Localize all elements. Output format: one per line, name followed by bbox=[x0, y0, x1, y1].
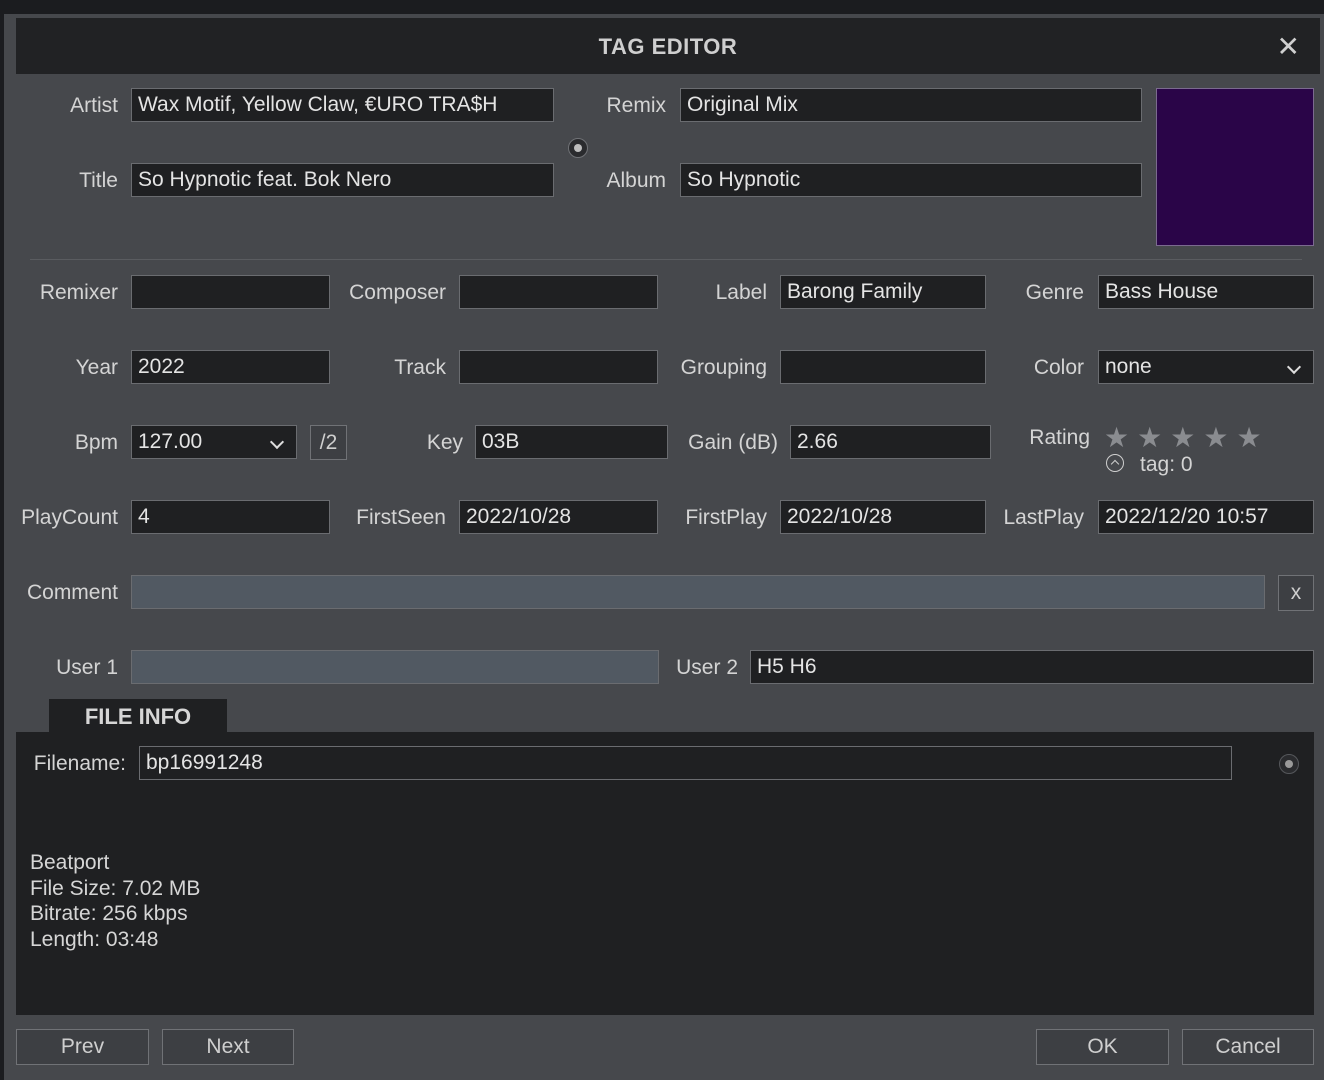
comment-label: Comment bbox=[26, 581, 118, 604]
track-field[interactable] bbox=[459, 350, 658, 384]
close-icon[interactable]: ✕ bbox=[1277, 30, 1300, 63]
remix-field[interactable]: Original Mix bbox=[680, 88, 1142, 122]
firstplay-label: FirstPlay bbox=[685, 506, 767, 529]
filename-label: Filename: bbox=[33, 752, 126, 775]
next-button[interactable]: Next bbox=[162, 1029, 294, 1065]
comment-field[interactable] bbox=[131, 575, 1265, 609]
swap-radio-icon[interactable] bbox=[568, 138, 588, 158]
genre-field[interactable]: Bass House bbox=[1098, 275, 1314, 309]
gain-field[interactable]: 2.66 bbox=[790, 425, 991, 459]
user2-label: User 2 bbox=[676, 656, 738, 679]
firstplay-field[interactable]: 2022/10/28 bbox=[780, 500, 986, 534]
remixer-field[interactable] bbox=[131, 275, 330, 309]
firstseen-label: FirstSeen bbox=[356, 506, 446, 529]
rating-tag-text: tag: 0 bbox=[1140, 453, 1193, 476]
year-label: Year bbox=[75, 356, 118, 379]
user1-field[interactable] bbox=[131, 650, 659, 684]
divider bbox=[30, 259, 1302, 260]
remixer-label: Remixer bbox=[39, 281, 118, 304]
genre-label: Genre bbox=[1025, 281, 1084, 304]
playcount-field[interactable]: 4 bbox=[131, 500, 330, 534]
clear-comment-button[interactable]: x bbox=[1278, 575, 1314, 611]
playcount-label: PlayCount bbox=[21, 506, 118, 529]
album-field[interactable]: So Hypnotic bbox=[680, 163, 1142, 197]
filename-field[interactable]: bp16991248 bbox=[139, 746, 1232, 780]
bpm-label: Bpm bbox=[74, 431, 118, 454]
key-field[interactable]: 03B bbox=[475, 425, 668, 459]
lastplay-label: LastPlay bbox=[1003, 506, 1084, 529]
user2-field[interactable]: H5 H6 bbox=[750, 650, 1314, 684]
window-title: TAG EDITOR bbox=[598, 34, 738, 59]
composer-label: Composer bbox=[349, 281, 446, 304]
user1-label: User 1 bbox=[56, 656, 118, 679]
label-field[interactable]: Barong Family bbox=[780, 275, 986, 309]
color-select[interactable]: none bbox=[1098, 350, 1314, 384]
key-label: Key bbox=[426, 431, 463, 454]
bpm-select[interactable]: 127.00 bbox=[131, 425, 297, 459]
composer-field[interactable] bbox=[459, 275, 658, 309]
lastplay-field[interactable]: 2022/12/20 10:57 bbox=[1098, 500, 1314, 534]
title-field[interactable]: So Hypnotic feat. Bok Nero bbox=[131, 163, 554, 197]
file-radio-icon[interactable] bbox=[1279, 754, 1299, 774]
label-label: Label bbox=[715, 281, 767, 304]
track-label: Track bbox=[394, 356, 446, 379]
file-info-line: Length: 03:48 bbox=[30, 927, 159, 951]
year-field[interactable]: 2022 bbox=[131, 350, 330, 384]
tab-file-info[interactable]: FILE INFO bbox=[49, 699, 227, 735]
rating-label: Rating bbox=[1029, 426, 1090, 449]
star-icon[interactable]: ★ bbox=[1203, 424, 1228, 452]
star-icon[interactable]: ★ bbox=[1104, 424, 1129, 452]
grouping-field[interactable] bbox=[780, 350, 986, 384]
cancel-button[interactable]: Cancel bbox=[1182, 1029, 1314, 1065]
title-bar: TAG EDITOR ✕ bbox=[16, 18, 1320, 74]
artist-label: Artist bbox=[70, 94, 118, 117]
file-info-line: Bitrate: 256 kbps bbox=[30, 902, 188, 925]
file-info-text: Beatport File Size: 7.02 MB Bitrate: 256… bbox=[30, 850, 200, 952]
prev-button[interactable]: Prev bbox=[16, 1029, 149, 1065]
title-label: Title bbox=[79, 169, 118, 192]
color-label: Color bbox=[1033, 356, 1084, 379]
remix-label: Remix bbox=[606, 94, 666, 117]
firstseen-field[interactable]: 2022/10/28 bbox=[459, 500, 658, 534]
album-art[interactable] bbox=[1156, 88, 1314, 246]
gain-label: Gain (dB) bbox=[688, 431, 778, 454]
grouping-label: Grouping bbox=[680, 356, 767, 379]
ok-button[interactable]: OK bbox=[1036, 1029, 1169, 1065]
album-label: Album bbox=[606, 169, 666, 192]
star-icon[interactable]: ★ bbox=[1236, 424, 1261, 452]
chevron-up-icon[interactable] bbox=[1106, 454, 1124, 472]
bpm-half-button[interactable]: /2 bbox=[310, 425, 347, 460]
artist-field[interactable]: Wax Motif, Yellow Claw, €URO TRA$H bbox=[131, 88, 554, 122]
file-info-line: Beatport bbox=[30, 851, 110, 874]
file-info-line: File Size: 7.02 MB bbox=[30, 876, 201, 900]
